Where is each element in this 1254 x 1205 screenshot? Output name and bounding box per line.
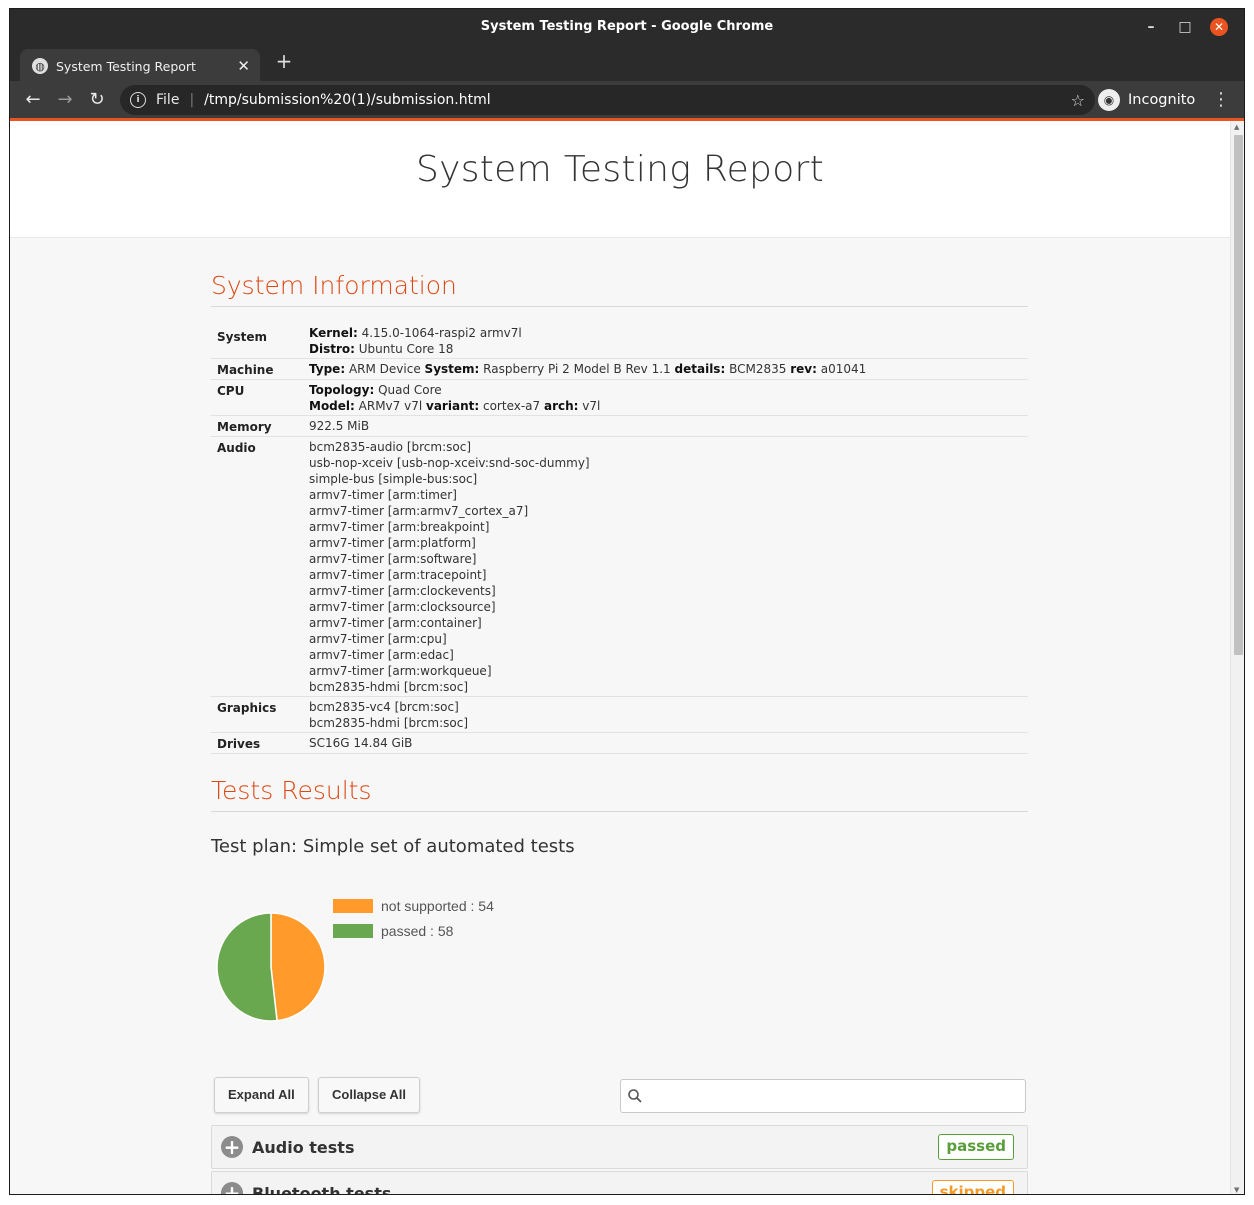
tab-strip: ◍ System Testing Report ✕ [10,45,1244,83]
report-content: System Information System Kernel: 4.15.0… [211,237,1028,1195]
legend-swatch [333,898,373,913]
maximize-icon: □ [1178,19,1192,35]
tab-system-testing-report[interactable]: ◍ System Testing Report ✕ [20,49,260,83]
graphics-label: Graphics [211,696,303,733]
globe-icon: ◍ [32,58,48,74]
tab-title: System Testing Report [56,58,196,74]
minimize-button[interactable]: – [1134,9,1168,45]
machine-value: Type: ARM Device System: Raspberry Pi 2 … [303,358,1028,380]
memory-value: 922.5 MiB [303,415,1028,437]
test-group-audio[interactable]: + Audio tests passed [211,1125,1028,1169]
group-name: Audio tests [252,1137,355,1157]
url-separator: | [189,92,195,108]
legend-item-passed: passed : 58 [333,918,494,943]
browser-window: System Testing Report - Google Chrome – … [9,8,1245,1195]
new-tab-button[interactable]: + [272,49,296,73]
legend-label: not supported : 54 [381,897,494,914]
graphics-value: bcm2835-vc4 [brcm:soc] bcm2835-hdmi [brc… [303,696,1028,733]
audio-value: bcm2835-audio [brcm:soc] usb-nop-xceiv [… [303,436,1028,697]
system-value: Kernel: 4.15.0-1064-raspi2 armv7l Distro… [303,323,1028,359]
table-row: Drives SC16G 14.84 GiB [211,732,1028,754]
window-title: System Testing Report - Google Chrome [480,19,774,34]
back-button[interactable]: ← [20,87,46,113]
drives-label: Drives [211,732,303,754]
page-viewport: System Testing Report System Information… [10,121,1230,1195]
browser-menu-icon[interactable]: ⋮ [1212,87,1230,113]
system-label: System [211,323,303,359]
expand-all-button[interactable]: Expand All [214,1077,309,1113]
maximize-button[interactable]: □ [1168,9,1202,45]
expand-plus-icon[interactable]: + [221,1136,243,1158]
incognito-label: Incognito [1128,92,1196,108]
drives-value: SC16G 14.84 GiB [303,732,1028,754]
collapse-all-button[interactable]: Collapse All [318,1077,420,1113]
info-icon[interactable]: i [130,92,146,108]
table-row: Machine Type: ARM Device System: Raspber… [211,358,1028,380]
status-badge: skipped [931,1180,1014,1194]
table-row: System Kernel: 4.15.0-1064-raspi2 armv7l… [211,323,1028,359]
test-group-bluetooth[interactable]: + Bluetooth tests skipped [211,1171,1028,1195]
scroll-up-icon[interactable]: ▲ [1234,123,1239,131]
machine-label: Machine [211,358,303,380]
table-row: Memory 922.5 MiB [211,415,1028,437]
table-row: CPU Topology: Quad Core Model: ARMv7 v7l… [211,379,1028,416]
memory-label: Memory [211,415,303,437]
system-information-heading: System Information [211,237,1028,307]
close-window-button[interactable]: ✕ [1202,9,1236,45]
legend-item-not-supported: not supported : 54 [333,893,494,918]
legend-swatch [333,923,373,938]
search-icon [628,1089,642,1103]
incognito-icon: ◉ [1098,89,1120,111]
url-scheme: File [156,92,180,108]
status-badge: passed [938,1134,1014,1160]
url-text[interactable]: /tmp/submission%20(1)/submission.html [204,92,490,108]
page-scrollbar[interactable]: ▲ ▼ [1230,121,1244,1194]
pie-slice-not-supported [270,912,326,1022]
test-plan-title: Test plan: Simple set of automated tests [211,836,575,857]
table-row: Graphics bcm2835-vc4 [brcm:soc] bcm2835-… [211,696,1028,733]
system-info-table: System Kernel: 4.15.0-1064-raspi2 armv7l… [211,323,1028,754]
results-controls: Expand All Collapse All [211,1077,1028,1125]
window-controls: – □ ✕ [1134,9,1236,45]
pie-chart [216,912,326,1022]
minimize-icon: – [1147,19,1155,35]
browser-toolbar: ← → ↻ i File | /tmp/submission%20(1)/sub… [10,81,1244,119]
close-icon: ✕ [1210,18,1228,36]
results-chart: not supported : 54 passed : 58 [211,867,1028,1077]
forward-button[interactable]: → [52,87,78,113]
address-bar[interactable]: i File | /tmp/submission%20(1)/submissio… [120,85,1095,115]
window-titlebar: System Testing Report - Google Chrome – … [10,9,1244,45]
table-row: Audio bcm2835-audio [brcm:soc] usb-nop-x… [211,436,1028,697]
chart-legend: not supported : 54 passed : 58 [333,893,494,943]
tab-close-icon[interactable]: ✕ [237,57,250,75]
reload-button[interactable]: ↻ [84,87,110,113]
cpu-value: Topology: Quad Core Model: ARMv7 v7l var… [303,379,1028,416]
tests-results-heading: Tests Results [211,754,1028,812]
scroll-down-icon[interactable]: ▼ [1234,1186,1239,1194]
legend-label: passed : 58 [381,922,454,939]
group-name: Bluetooth tests [252,1183,392,1195]
page-title: System Testing Report [415,149,825,190]
audio-label: Audio [211,436,303,697]
expand-plus-icon[interactable]: + [221,1182,243,1194]
incognito-indicator[interactable]: ◉ Incognito [1098,85,1195,115]
pie-slice-passed [216,912,278,1022]
page-header: System Testing Report [10,121,1230,238]
bookmark-star-icon[interactable]: ☆ [1071,91,1085,110]
scrollbar-thumb[interactable] [1234,135,1243,655]
search-input[interactable] [620,1079,1026,1113]
cpu-label: CPU [211,379,303,416]
